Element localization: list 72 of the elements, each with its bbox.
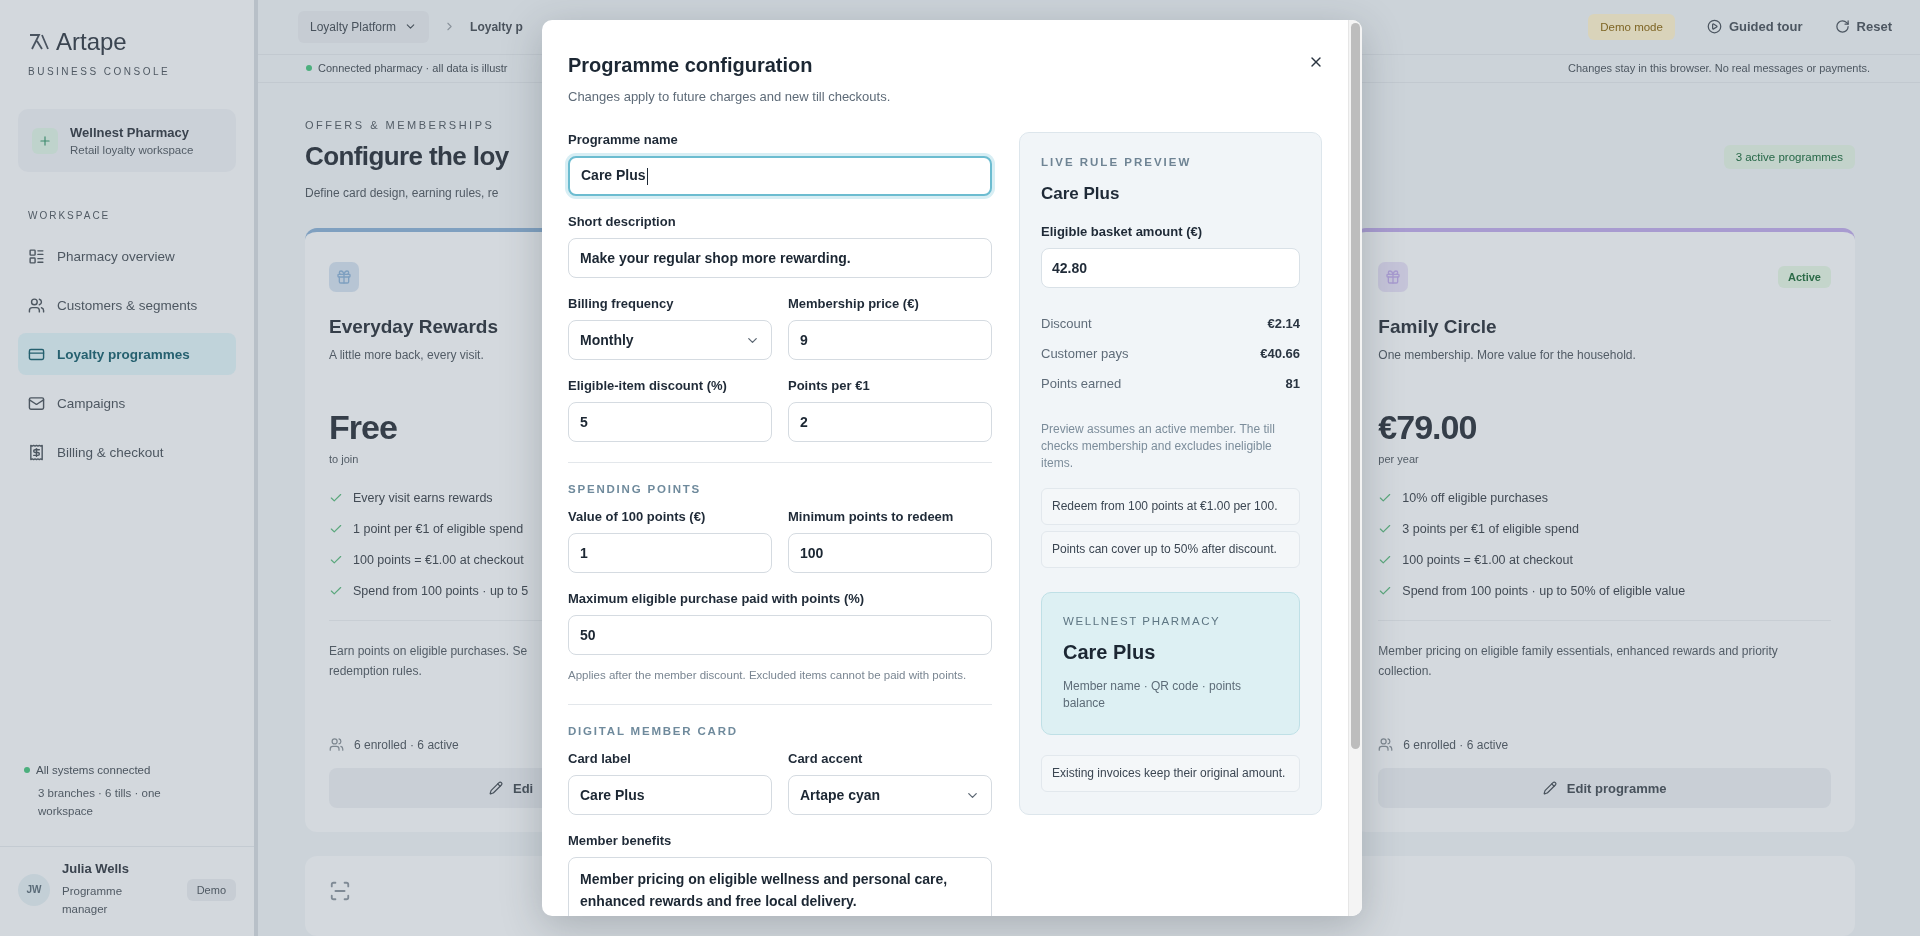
page-eyebrow: OFFERS & MEMBERSHIPS bbox=[305, 119, 495, 131]
active-count-badge: 3 active programmes bbox=[1723, 144, 1855, 169]
field-label: Eligible basket amount (€) bbox=[1041, 224, 1204, 239]
feature-text: 100 points = €1.00 at checkout bbox=[1402, 553, 1573, 567]
demo-badge: Demo bbox=[186, 878, 236, 901]
field-label: Billing frequency bbox=[568, 296, 675, 311]
card-title: Family Circle bbox=[1378, 316, 1497, 338]
field-label: Maximum eligible purchase paid with points (%) bbox=[568, 591, 866, 606]
rule-note: Redeem from 100 points at €1.00 per 100. bbox=[1041, 488, 1300, 525]
feature-text: Spend from 100 points · up to 50% of eligible value bbox=[1402, 584, 1686, 598]
card-subtitle: One membership. More value for the household. bbox=[1378, 348, 1636, 362]
preview-note: Preview assumes an active member. The till checks membership and excludes ineligible items. bbox=[1041, 421, 1276, 472]
card-price: €79.00 bbox=[1378, 408, 1477, 447]
feature-text: 10% off eligible purchases bbox=[1402, 491, 1549, 505]
section-heading: DIGITAL MEMBER CARD bbox=[568, 725, 739, 737]
summary-label: Discount bbox=[1041, 316, 1092, 331]
field-label: Points per €1 bbox=[788, 378, 871, 393]
page-description: Define card design, earning rules, re bbox=[305, 186, 499, 200]
enrolment-text: 6 enrolled · 6 active bbox=[354, 737, 459, 752]
preview-title: Care Plus bbox=[1041, 184, 1121, 204]
user-name: Julia Wells bbox=[62, 861, 130, 876]
feature-text: Spend from 100 points · up to 5 bbox=[353, 584, 529, 598]
status-badge: Active bbox=[1777, 266, 1831, 288]
section-label: WORKSPACE bbox=[28, 210, 111, 221]
card-detail: Member name · QR code · points balance bbox=[1063, 678, 1243, 712]
browser-notice: Changes stay in this browser. No real messages or payments. bbox=[1567, 62, 1870, 75]
feature-text: 3 points per €1 of eligible spend bbox=[1402, 522, 1579, 536]
card-summary: Member pricing on eligible family essentials, enhanced rewards and priority collection. bbox=[1378, 643, 1779, 680]
card-price: Free bbox=[329, 408, 397, 447]
field-label: Card label bbox=[568, 751, 632, 766]
price-note: per year bbox=[1378, 453, 1419, 465]
preview-heading: LIVE RULE PREVIEW bbox=[1041, 156, 1193, 168]
console-subtitle: BUSINESS CONSOLE bbox=[27, 66, 171, 77]
enrolment-text: 6 enrolled · 6 active bbox=[1403, 737, 1509, 752]
page-title: Configure the loy bbox=[305, 141, 509, 172]
card-summary: Earn points on eligible purchases. Se redemption rules. bbox=[329, 643, 529, 680]
rule-note: Existing invoices keep their original amount. bbox=[1041, 755, 1300, 792]
field-hint: Applies after the member discount. Excluded items cannot be paid with points. bbox=[568, 668, 968, 683]
card-eyebrow: WELLNEST PHARMACY bbox=[1063, 615, 1222, 627]
status-text: All systems connected bbox=[24, 764, 151, 776]
field-label: Member benefits bbox=[568, 833, 673, 848]
rule-note: Points can cover up to 50% after discount. bbox=[1041, 531, 1300, 568]
card-title: Care Plus bbox=[1063, 641, 1157, 664]
field-label: Minimum points to redeem bbox=[788, 509, 955, 524]
feature-text: Every visit earns rewards bbox=[353, 491, 493, 505]
field-label: Card accent bbox=[788, 751, 864, 766]
user-role: Programme manager bbox=[62, 884, 124, 917]
section-heading: SPENDING POINTS bbox=[568, 483, 703, 495]
dialog-subtitle: Changes apply to future charges and new till checkouts. bbox=[568, 89, 891, 104]
workspace-name: Wellnest Pharmacy bbox=[70, 125, 190, 140]
summary-value: €2.14 bbox=[1267, 316, 1300, 331]
field-label: Programme name bbox=[568, 132, 679, 147]
user-avatar: JW bbox=[18, 873, 50, 906]
price-note: to join bbox=[329, 453, 359, 465]
field-label: Membership price (€) bbox=[788, 296, 920, 311]
feature-text: 1 point per €1 of eligible spend bbox=[353, 522, 524, 536]
connection-notice: Connected pharmacy · all data is illustr bbox=[306, 62, 508, 75]
field-label: Eligible-item discount (%) bbox=[568, 378, 728, 393]
demo-mode-badge: Demo mode bbox=[1588, 13, 1675, 40]
summary-label: Customer pays bbox=[1041, 346, 1129, 361]
feature-text: 100 points = €1.00 at checkout bbox=[353, 553, 524, 567]
field-label: Short description bbox=[568, 214, 677, 229]
dialog-title: Programme configuration bbox=[568, 54, 814, 77]
summary-label: Points earned bbox=[1041, 376, 1122, 391]
status-detail: 3 branches · 6 tills · one workspace bbox=[38, 786, 162, 819]
card-title: Everyday Rewards bbox=[329, 316, 498, 338]
logo-text: Artape bbox=[56, 28, 127, 56]
summary-value: 81 bbox=[1285, 376, 1300, 391]
summary-value: €40.66 bbox=[1260, 346, 1300, 361]
card-subtitle: A little more back, every visit. bbox=[329, 348, 484, 362]
workspace-description: Retail loyalty workspace bbox=[70, 144, 194, 156]
field-label: Value of 100 points (€) bbox=[568, 509, 707, 524]
